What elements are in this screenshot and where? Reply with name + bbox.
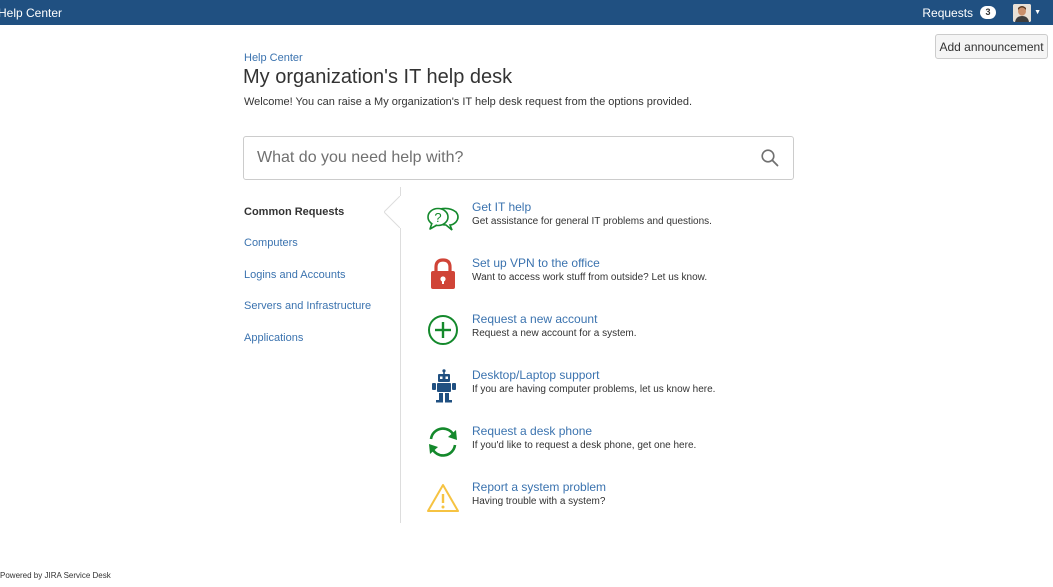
request-type-title[interactable]: Desktop/Laptop support [472, 368, 599, 382]
robot-icon [425, 368, 461, 404]
request-type-set-up-vpn[interactable]: Set up VPN to the office Want to access … [425, 256, 805, 296]
request-type-title[interactable]: Set up VPN to the office [472, 256, 600, 270]
powered-by-footer: Powered by JIRA Service Desk [0, 571, 111, 580]
requests-label: Requests [922, 5, 974, 20]
request-type-system-problem[interactable]: Report a system problem Having trouble w… [425, 480, 805, 520]
requests-link[interactable]: Requests 3 [922, 5, 997, 20]
request-type-title[interactable]: Get IT help [472, 200, 531, 214]
group-common-requests[interactable]: Common Requests [244, 206, 344, 218]
lock-icon [425, 256, 461, 292]
group-applications[interactable]: Applications [244, 332, 303, 344]
top-nav-right: Requests 3 ▼ [922, 0, 1041, 25]
active-group-pointer [384, 196, 416, 228]
refresh-icon [425, 424, 461, 460]
requests-count-badge: 3 [980, 6, 997, 19]
group-divider [400, 187, 401, 523]
warning-icon [425, 480, 461, 516]
request-type-description: Request a new account for a system. [472, 328, 637, 339]
group-computers[interactable]: Computers [244, 237, 298, 249]
page-title: My organization's IT help desk [243, 66, 513, 88]
top-nav-bar: Help Center Requests 3 ▼ [0, 0, 1053, 25]
request-type-description: Get assistance for general IT problems a… [472, 216, 712, 227]
request-type-description: Want to access work stuff from outside? … [472, 272, 708, 283]
request-type-title[interactable]: Request a new account [472, 312, 597, 326]
request-type-title[interactable]: Report a system problem [472, 480, 606, 494]
search-input[interactable]: What do you need help with? [243, 136, 794, 180]
request-type-new-account[interactable]: Request a new account Request a new acco… [425, 312, 805, 352]
svg-text:?: ? [434, 210, 441, 225]
profile-menu[interactable]: ▼ [1013, 3, 1041, 22]
help-center-link[interactable]: Help Center [0, 6, 62, 20]
breadcrumb[interactable]: Help Center [244, 52, 303, 64]
request-type-description: Having trouble with a system? [472, 496, 606, 507]
group-logins-and-accounts[interactable]: Logins and Accounts [244, 269, 346, 281]
request-type-title[interactable]: Request a desk phone [472, 424, 592, 438]
group-servers-and-infrastructure[interactable]: Servers and Infrastructure [244, 300, 371, 312]
chevron-down-icon: ▼ [1034, 9, 1041, 16]
request-type-desk-phone[interactable]: Request a desk phone If you'd like to re… [425, 424, 805, 464]
plus-circle-icon [425, 312, 461, 348]
request-type-description: If you are having computer problems, let… [472, 384, 716, 395]
request-type-description: If you'd like to request a desk phone, g… [472, 440, 697, 451]
add-announcement-button[interactable]: Add announcement [935, 34, 1048, 59]
speech-bubbles-icon: ? [425, 200, 461, 236]
welcome-message: Welcome! You can raise a My organization… [244, 96, 693, 108]
search-icon[interactable] [760, 148, 780, 168]
request-type-desktop-support[interactable]: Desktop/Laptop support If you are having… [425, 368, 805, 408]
request-type-get-it-help[interactable]: ? Get IT help Get assistance for general… [425, 200, 805, 240]
avatar [1013, 3, 1032, 22]
search-placeholder: What do you need help with? [257, 149, 464, 166]
